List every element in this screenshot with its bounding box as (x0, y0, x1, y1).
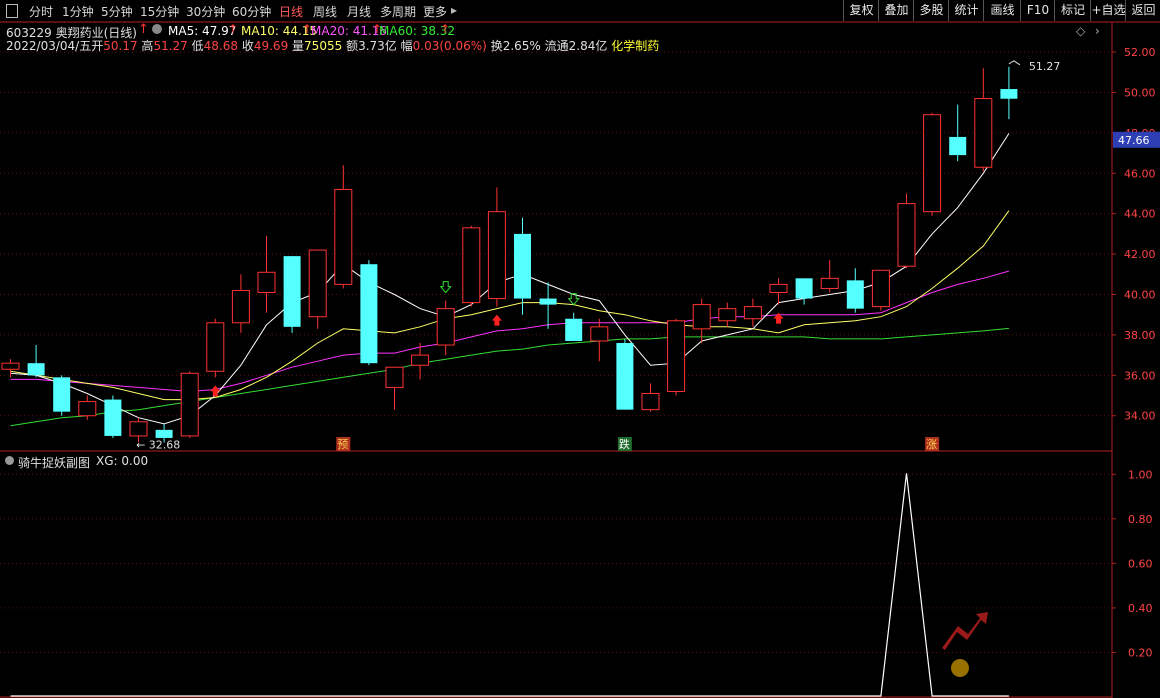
candle-body-up[interactable] (641, 392, 660, 411)
candle-body-up[interactable] (257, 271, 276, 293)
ma60-line (10, 327, 1009, 427)
buy-arrow-icon (491, 314, 502, 326)
price-tick-label: 52.00 (1124, 46, 1156, 59)
candle-body-down[interactable] (565, 318, 583, 341)
candle-body-down[interactable] (514, 233, 531, 299)
candle-body-up[interactable] (334, 188, 353, 285)
price-tick-label: 38.00 (1124, 329, 1156, 342)
price-tick-label: 50.00 (1124, 86, 1156, 99)
price-tick-label: 44.00 (1124, 208, 1156, 221)
sub-tick-label: 0.40 (1128, 602, 1153, 615)
candle-body-down[interactable] (104, 399, 122, 436)
xg-signal-line (10, 473, 1009, 697)
candle-body-up[interactable] (78, 401, 97, 417)
candle-body-up[interactable] (462, 227, 481, 304)
candle-body-up[interactable] (436, 308, 455, 346)
candle-body-up[interactable] (667, 320, 686, 392)
candle-body-up[interactable] (1, 362, 20, 370)
kline-chart[interactable]: 52.0050.0048.0046.0044.0042.0040.0038.00… (0, 0, 1160, 698)
sub-tick-label: 0.80 (1128, 513, 1153, 526)
candle-body-down[interactable] (155, 429, 173, 438)
sell-arrow-icon (439, 281, 452, 294)
candle-body-down[interactable] (53, 377, 71, 412)
watermark-logo-icon (951, 659, 969, 677)
signal-marker-label: 涨 (926, 438, 937, 451)
candle-body-down[interactable] (1000, 89, 1018, 99)
sub-tick-label: 0.60 (1128, 557, 1153, 570)
candle-body-down[interactable] (283, 256, 301, 327)
signal-marker-label: 预 (337, 438, 348, 451)
candle-body-down[interactable] (795, 278, 813, 299)
price-tick-label: 36.00 (1124, 369, 1156, 382)
price-tick-label: 46.00 (1124, 167, 1156, 180)
candle-body-up[interactable] (129, 421, 148, 437)
candle-body-up[interactable] (743, 306, 762, 320)
price-tick-label: 42.00 (1124, 248, 1156, 261)
price-tick-label: 34.00 (1124, 410, 1156, 423)
current-price-label: 47.66 (1118, 134, 1150, 147)
candle-body-up[interactable] (923, 114, 942, 213)
candle-body-up[interactable] (769, 283, 788, 293)
candle-body-down[interactable] (616, 342, 634, 410)
signal-marker-label: 跌 (619, 437, 630, 451)
candle-body-up[interactable] (897, 203, 916, 267)
candle-body-up[interactable] (974, 98, 993, 168)
max-price-label: 51.27 (1029, 60, 1061, 73)
candle-body-up[interactable] (820, 277, 839, 289)
candle-body-up[interactable] (487, 211, 506, 300)
candle-body-up[interactable] (692, 304, 711, 330)
candle-body-up[interactable] (590, 326, 609, 342)
sub-tick-label: 0.20 (1128, 646, 1153, 659)
price-tick-label: 40.00 (1124, 289, 1156, 302)
candle-body-down[interactable] (27, 363, 45, 376)
buy-arrow-icon (210, 385, 221, 397)
ma5-line (10, 133, 1010, 425)
max-pointer-icon (1008, 60, 1021, 66)
candle-body-up[interactable] (206, 322, 225, 372)
candle-body-down[interactable] (949, 136, 967, 156)
sub-tick-label: 1.00 (1128, 468, 1153, 481)
candle-body-up[interactable] (308, 249, 327, 318)
candle-body-up[interactable] (411, 354, 430, 366)
watermark-logo-icon (942, 612, 988, 650)
candle-body-up[interactable] (871, 269, 890, 308)
min-price-label: ← 32.68 (136, 438, 180, 451)
candle-body-up[interactable] (718, 308, 737, 322)
candle-body-up[interactable] (180, 372, 199, 437)
candle-body-down[interactable] (539, 298, 557, 305)
watermark-area (985, 633, 1110, 673)
candle-body-up[interactable] (231, 289, 250, 324)
candle-body-down[interactable] (846, 280, 864, 309)
candle-body-down[interactable] (360, 264, 378, 364)
candle-body-up[interactable] (385, 366, 404, 388)
